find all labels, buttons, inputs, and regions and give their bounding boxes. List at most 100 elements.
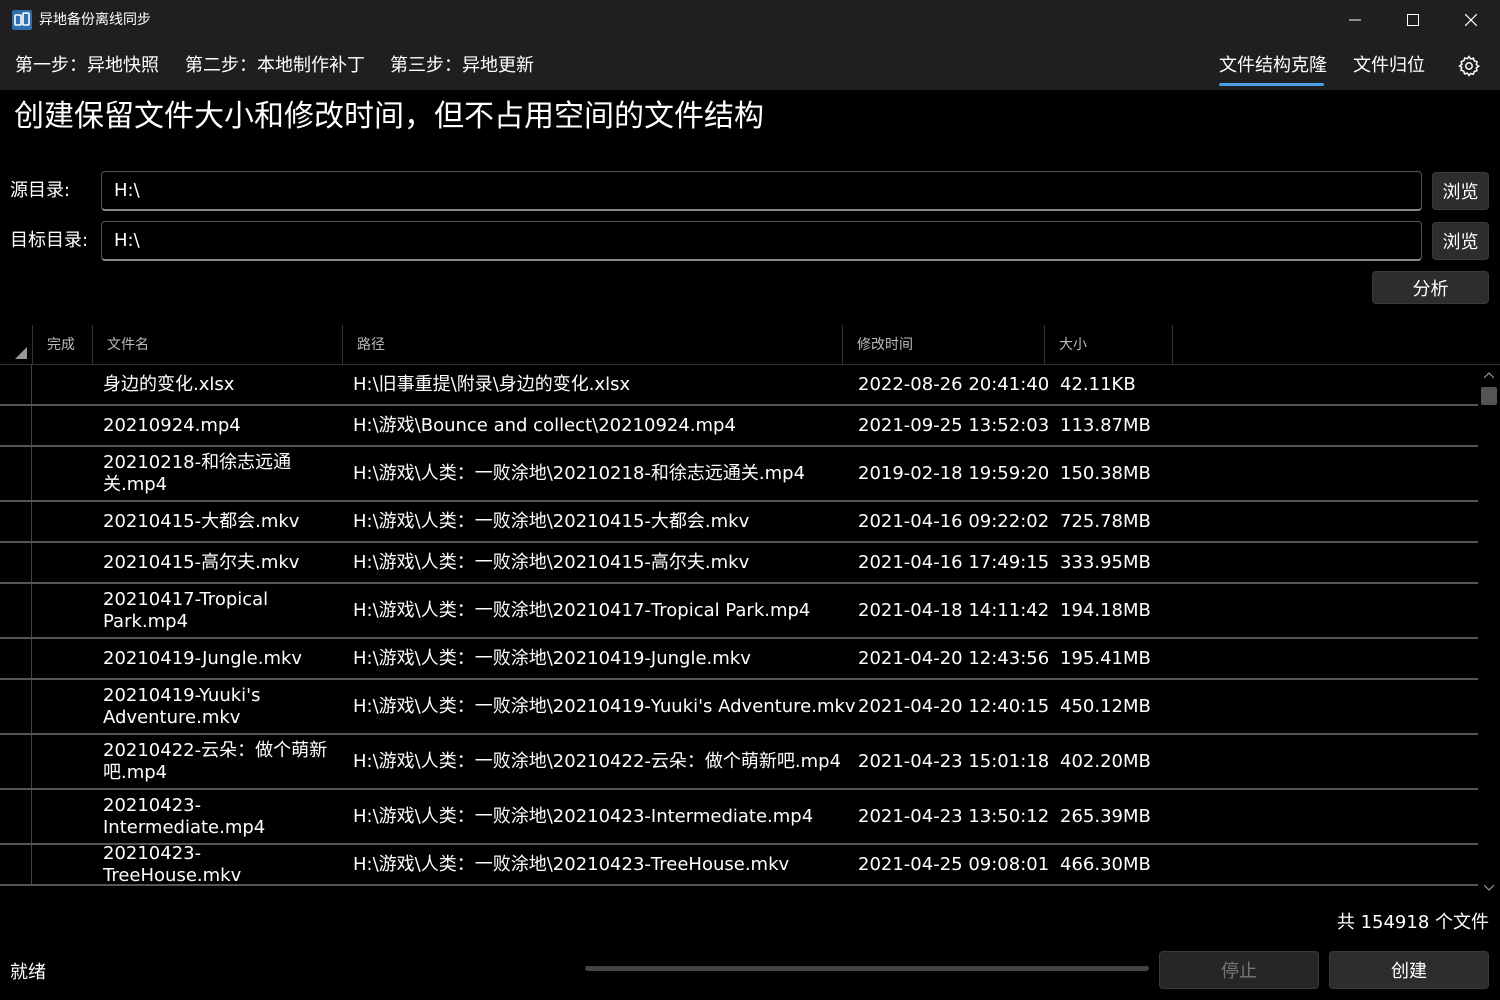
- minimize-icon: [1349, 19, 1361, 21]
- row-header[interactable]: [0, 502, 32, 541]
- active-tab-indicator: [1219, 83, 1324, 86]
- page-title: 创建保留文件大小和修改时间，但不占用空间的文件结构: [14, 99, 764, 134]
- cell-size: 42.11KB: [1060, 373, 1136, 395]
- cell-path: H:\游戏\人类：一败涂地\20210423-TreeHouse.mkv: [353, 853, 790, 875]
- cell-mtime: 2021-04-20 12:43:56: [858, 647, 1050, 669]
- cell-name: 身边的变化.xlsx: [103, 373, 235, 395]
- table-row[interactable]: 20210423-Intermediate.mp4 H:\游戏\人类：一败涂地\2…: [0, 790, 1478, 845]
- table-row[interactable]: 20210419-Jungle.mkv H:\游戏\人类：一败涂地\2021041…: [0, 639, 1478, 680]
- target-dir-input[interactable]: [101, 221, 1422, 261]
- window-title: 异地备份离线同步: [39, 12, 151, 28]
- cell-name: 20210419-Yuuki's Adventure.mkv: [103, 684, 261, 728]
- column-header-path[interactable]: 路径: [343, 325, 843, 365]
- cell-name: 20210415-高尔夫.mkv: [103, 551, 300, 573]
- table-row[interactable]: 20210423-TreeHouse.mkv H:\游戏\人类：一败涂地\2021…: [0, 843, 1478, 886]
- cell-size: 402.20MB: [1060, 750, 1151, 772]
- cell-mtime: 2021-04-16 09:22:02: [858, 510, 1050, 532]
- column-header-name[interactable]: 文件名: [93, 325, 343, 365]
- table-row[interactable]: 20210415-高尔夫.mkv H:\游戏\人类：一败涂地\20210415-高…: [0, 543, 1478, 584]
- chevron-down-icon: [1484, 885, 1494, 891]
- nav-step-2[interactable]: 第二步：本地制作补丁: [185, 54, 365, 78]
- cell-size: 150.38MB: [1060, 462, 1151, 484]
- maximize-icon: [1407, 14, 1419, 26]
- cell-path: H:\游戏\人类：一败涂地\20210419-Jungle.mkv: [353, 647, 751, 669]
- table-row[interactable]: 20210218-和徐志远通关.mp4 H:\游戏\人类：一败涂地\2021021…: [0, 447, 1478, 502]
- cell-mtime: 2021-09-25 13:52:03: [858, 414, 1050, 436]
- analyze-button[interactable]: 分析: [1372, 271, 1489, 304]
- row-header[interactable]: [0, 639, 32, 678]
- cell-path: H:\游戏\人类：一败涂地\20210419-Yuuki's Adventure…: [353, 695, 856, 717]
- row-header[interactable]: [0, 365, 32, 404]
- select-all-icon: [15, 347, 27, 359]
- cell-path: H:\游戏\Bounce and collect\20210924.mp4: [353, 414, 736, 436]
- row-header[interactable]: [0, 790, 32, 843]
- column-header-done[interactable]: 完成: [33, 325, 93, 365]
- cell-mtime: 2021-04-25 09:08:01: [858, 853, 1050, 875]
- browse-source-button[interactable]: 浏览: [1432, 172, 1489, 210]
- cell-mtime: 2019-02-18 19:59:20: [858, 462, 1050, 484]
- cell-path: H:\游戏\人类：一败涂地\20210423-Intermediate.mp4: [353, 805, 814, 827]
- row-header[interactable]: [0, 680, 32, 733]
- cell-mtime: 2021-04-23 15:01:18: [858, 750, 1050, 772]
- nav-tab-structure-clone[interactable]: 文件结构克隆: [1219, 54, 1327, 78]
- progress-bar: [585, 966, 1149, 971]
- create-button[interactable]: 创建: [1329, 951, 1489, 989]
- scroll-down-button[interactable]: [1478, 880, 1500, 896]
- row-header[interactable]: [0, 735, 32, 788]
- row-header[interactable]: [0, 845, 32, 884]
- cell-size: 195.41MB: [1060, 647, 1151, 669]
- cell-mtime: 2021-04-23 13:50:12: [858, 805, 1050, 827]
- table-row[interactable]: 20210417-Tropical Park.mp4 H:\游戏\人类：一败涂地\…: [0, 584, 1478, 639]
- close-icon: [1465, 14, 1477, 26]
- row-header[interactable]: [0, 584, 32, 637]
- close-button[interactable]: [1442, 0, 1500, 40]
- cell-path: H:\游戏\人类：一败涂地\20210415-大都会.mkv: [353, 510, 750, 532]
- app-logo-icon: [12, 10, 32, 30]
- maximize-button[interactable]: [1384, 0, 1442, 40]
- cell-mtime: 2021-04-18 14:11:42: [858, 599, 1050, 621]
- table-row[interactable]: 身边的变化.xlsx H:\旧事重提\附录\身边的变化.xlsx 2022-08-2…: [0, 365, 1478, 406]
- stop-button[interactable]: 停止: [1159, 951, 1319, 989]
- title-bar[interactable]: 异地备份离线同步: [0, 0, 1500, 40]
- select-all-corner[interactable]: [0, 325, 33, 365]
- nav-step-1[interactable]: 第一步：异地快照: [15, 54, 159, 78]
- cell-path: H:\游戏\人类：一败涂地\20210417-Tropical Park.mp4: [353, 599, 811, 621]
- scroll-thumb[interactable]: [1481, 387, 1497, 405]
- cell-name: 20210423-Intermediate.mp4: [103, 794, 266, 838]
- cell-name: 20210419-Jungle.mkv: [103, 647, 303, 669]
- column-header-mtime[interactable]: 修改时间: [843, 325, 1045, 365]
- nav-step-3[interactable]: 第三步：异地更新: [390, 54, 534, 78]
- cell-path: H:\游戏\人类：一败涂地\20210415-高尔夫.mkv: [353, 551, 750, 573]
- source-dir-input[interactable]: [101, 171, 1422, 211]
- row-header[interactable]: [0, 447, 32, 500]
- table-row[interactable]: 20210422-云朵：做个萌新吧.mp4 H:\游戏\人类：一败涂地\20210…: [0, 735, 1478, 790]
- cell-size: 113.87MB: [1060, 414, 1151, 436]
- scroll-up-button[interactable]: [1478, 367, 1500, 383]
- browse-target-button[interactable]: 浏览: [1432, 222, 1489, 260]
- cell-path: H:\游戏\人类：一败涂地\20210422-云朵：做个萌新吧.mp4: [353, 750, 842, 772]
- row-header[interactable]: [0, 543, 32, 582]
- cell-name: 20210924.mp4: [103, 414, 241, 436]
- minimize-button[interactable]: [1326, 0, 1384, 40]
- column-header-size[interactable]: 大小: [1045, 325, 1173, 365]
- target-dir-label: 目标目录:: [10, 230, 89, 251]
- cell-name: 20210422-云朵：做个萌新吧.mp4: [103, 739, 328, 783]
- gear-icon[interactable]: [1457, 54, 1481, 78]
- table-row[interactable]: 20210924.mp4 H:\游戏\Bounce and collect\202…: [0, 406, 1478, 447]
- cell-mtime: 2021-04-20 12:40:15: [858, 695, 1050, 717]
- table-row[interactable]: 20210419-Yuuki's Adventure.mkv H:\游戏\人类：一…: [0, 680, 1478, 735]
- nav-tab-file-restore[interactable]: 文件归位: [1353, 54, 1425, 78]
- cell-path: H:\旧事重提\附录\身边的变化.xlsx: [353, 373, 631, 395]
- status-text: 就绪: [10, 962, 46, 983]
- cell-size: 333.95MB: [1060, 551, 1151, 573]
- row-header[interactable]: [0, 406, 32, 445]
- cell-size: 450.12MB: [1060, 695, 1151, 717]
- chevron-up-icon: [1484, 372, 1494, 378]
- cell-path: H:\游戏\人类：一败涂地\20210218-和徐志远通关.mp4: [353, 462, 806, 484]
- table-header: 完成 文件名 路径 修改时间 大小: [0, 325, 1500, 365]
- table-row[interactable]: 20210415-大都会.mkv H:\游戏\人类：一败涂地\20210415-大…: [0, 502, 1478, 543]
- cell-name: 20210218-和徐志远通关.mp4: [103, 451, 292, 495]
- file-table: 完成 文件名 路径 修改时间 大小 身边的变化.xlsx H:\旧事重提\附录\身…: [0, 325, 1500, 900]
- cell-name: 20210417-Tropical Park.mp4: [103, 588, 269, 632]
- table-scrollbar[interactable]: [1478, 365, 1500, 900]
